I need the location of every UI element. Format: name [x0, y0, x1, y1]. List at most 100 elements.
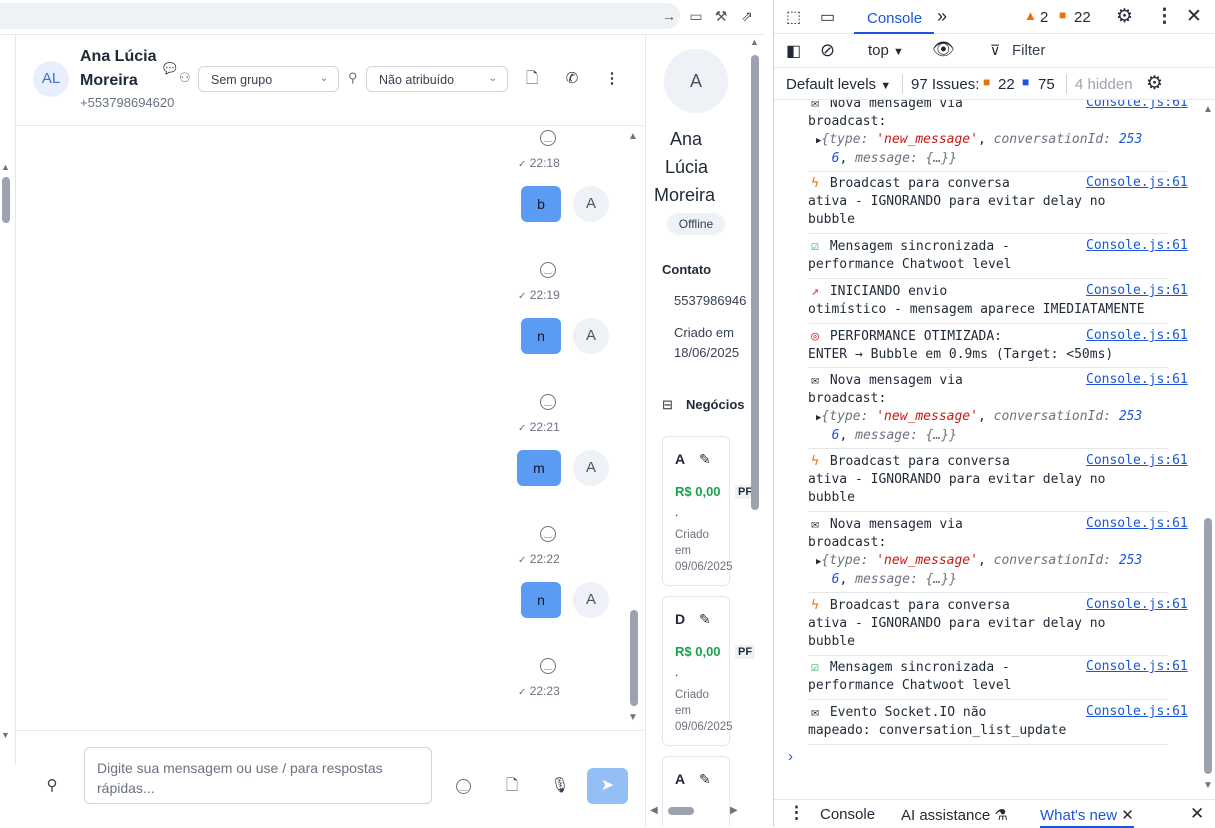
wrench-icon[interactable]: ⚒ [712, 7, 730, 25]
console-settings-gear-icon[interactable]: ⚙ [1146, 72, 1163, 95]
deal-card[interactable]: A ✎ R$ 0,00 PF . Criado em 09/06/2025 [662, 436, 756, 586]
log-separator [808, 323, 1168, 324]
emoji-icon[interactable]: ‿ [456, 779, 471, 794]
scrollbar-thumb[interactable] [2, 177, 10, 223]
console-scrollbar-thumb[interactable] [1204, 518, 1212, 774]
section-contact: Contato [662, 262, 712, 277]
log-source-link[interactable]: Console.js:61 [1086, 372, 1188, 387]
message-input[interactable]: Digite sua mensagem ou use / para respos… [84, 747, 432, 804]
scroll-down-arrow-icon[interactable]: ▼ [1, 730, 10, 740]
levels-select[interactable]: Default levels ▼ [786, 76, 891, 93]
close-drawer-icon[interactable]: ✕ [1190, 804, 1204, 824]
edit-icon[interactable]: ✎ [699, 451, 711, 468]
microphone-icon[interactable]: 🎙 [550, 776, 570, 796]
console-prompt-icon[interactable]: › [788, 748, 793, 765]
log-object[interactable]: ▶{type: 'new_message', conversationId: 2… [816, 552, 1202, 589]
deal-letter: D [675, 611, 686, 627]
deal-card[interactable]: A ✎ [662, 756, 730, 827]
caret-down-icon: ▼ [893, 46, 904, 58]
message-time: ✓ 22:23 [518, 684, 560, 698]
drawer-tab-ai-label: AI assistance [901, 807, 991, 824]
message-scrollbar-thumb[interactable] [630, 610, 638, 706]
more-vertical-icon[interactable]: ⋮ [602, 69, 622, 89]
scroll-right-arrow-icon[interactable]: ▶ [730, 805, 738, 816]
bolt-icon: ϟ [811, 454, 819, 469]
contact-avatar: A [664, 49, 728, 113]
external-link-icon[interactable]: ⇗ [738, 7, 756, 25]
error-flag-icon[interactable]: ■ [1059, 8, 1066, 22]
emoji-reaction-icon[interactable]: ‿ [540, 130, 556, 146]
panel-hscrollbar-thumb[interactable] [668, 807, 694, 815]
arrow-right-icon[interactable]: → [660, 7, 678, 25]
message-bubble[interactable]: b [521, 186, 561, 222]
log-source-link[interactable]: Console.js:61 [1086, 238, 1188, 253]
more-tabs-icon[interactable]: » [937, 6, 947, 27]
log-object[interactable]: ▶{type: 'new_message', conversationId: 2… [816, 131, 1202, 168]
drawer-tab-ai-assistance[interactable]: AI assistance ⚗ [901, 806, 1008, 824]
issue-error-icon: ■ [983, 75, 991, 89]
eye-icon[interactable]: 👁 [932, 39, 955, 60]
log-source-link[interactable]: Console.js:61 [1086, 659, 1188, 674]
scroll-up-arrow-icon[interactable]: ▲ [750, 37, 759, 47]
emoji-reaction-icon[interactable]: ‿ [540, 262, 556, 278]
log-source-link[interactable]: Console.js:61 [1086, 100, 1188, 110]
close-icon[interactable]: ✕ [1186, 5, 1202, 28]
more-vertical-icon[interactable]: ⋮ [1155, 5, 1174, 28]
close-tab-icon[interactable]: ✕ [1121, 807, 1134, 824]
address-bar[interactable] [0, 3, 680, 29]
log-source-link[interactable]: Console.js:61 [1086, 704, 1188, 719]
edit-icon[interactable]: ✎ [699, 611, 711, 628]
group-select[interactable]: Sem grupo ⌄ [198, 66, 339, 92]
log-source-link[interactable]: Console.js:61 [1086, 597, 1188, 612]
scroll-down-arrow-icon[interactable]: ▼ [1203, 780, 1213, 791]
emoji-reaction-icon[interactable]: ‿ [540, 658, 556, 674]
scroll-up-arrow-icon[interactable]: ▲ [1, 162, 10, 172]
paperclip-icon[interactable]: ⚲ [42, 776, 62, 796]
scroll-left-arrow-icon[interactable]: ◀ [650, 805, 658, 816]
send-button[interactable]: ➤ [587, 768, 628, 804]
emoji-reaction-icon[interactable]: ‿ [540, 394, 556, 410]
filter-input[interactable]: ⊽ Filter [974, 39, 1214, 63]
log-source-link[interactable]: Console.js:61 [1086, 328, 1188, 343]
sidebar-toggle-icon[interactable]: ◧ [786, 41, 801, 61]
scroll-up-arrow-icon[interactable]: ▲ [1203, 104, 1213, 115]
edit-icon[interactable]: ✎ [699, 771, 711, 788]
settings-gear-icon[interactable]: ⚙ [1116, 5, 1133, 28]
message-bubble[interactable]: n [521, 318, 561, 354]
log-source-link[interactable]: Console.js:61 [1086, 516, 1188, 531]
log-source-link[interactable]: Console.js:61 [1086, 283, 1188, 298]
message-bubble[interactable]: m [517, 450, 561, 486]
log-line: otimístico - mensagem aparece IMEDIATAME… [808, 302, 1145, 317]
context-select[interactable]: top ▼ [868, 42, 904, 59]
scroll-down-arrow-icon[interactable]: ▼ [628, 712, 638, 723]
device-toolbar-icon[interactable]: ▭ [820, 7, 835, 27]
panel-scrollbar-thumb[interactable] [751, 55, 759, 510]
message-avatar: A [573, 450, 609, 486]
deal-value: R$ 0,00 [675, 484, 721, 499]
scroll-up-arrow-icon[interactable]: ▲ [628, 131, 638, 142]
assignee-select[interactable]: Não atribuído ⌄ [366, 66, 508, 92]
monitor-icon[interactable]: ▭ [687, 7, 705, 25]
drawer-tab-console[interactable]: Console [820, 806, 875, 823]
template-file-icon[interactable]: 🗋 [502, 776, 522, 796]
drawer-tab-whats-new[interactable]: What's new ✕ [1040, 800, 1134, 828]
issues-label[interactable]: 97 Issues: [911, 76, 979, 93]
log-line: ativa - IGNORANDO para evitar delay no [808, 616, 1106, 631]
message-bubble[interactable]: n [521, 582, 561, 618]
obj-value: 'new_message' [876, 409, 978, 424]
tab-console[interactable]: Console [854, 0, 934, 34]
log-source-link[interactable]: Console.js:61 [1086, 453, 1188, 468]
phone-icon[interactable]: ✆ [562, 69, 582, 89]
inspect-element-icon[interactable]: ⬚ [786, 7, 801, 27]
log-line: Broadcast para conversa [822, 176, 1010, 191]
deal-card[interactable]: D ✎ R$ 0,00 PF . Criado em 09/06/2025 [662, 596, 756, 746]
emoji-reaction-icon[interactable]: ‿ [540, 526, 556, 542]
warning-icon[interactable]: ▲ [1024, 8, 1037, 23]
file-icon[interactable]: 🗋 [522, 69, 542, 89]
more-vertical-icon[interactable]: ⋮ [788, 803, 805, 823]
log-source-link[interactable]: Console.js:61 [1086, 175, 1188, 190]
clear-console-icon[interactable]: ⊘ [820, 40, 835, 61]
log-line: Nova mensagem via [822, 373, 963, 388]
error-count: 22 [1074, 9, 1091, 26]
log-object[interactable]: ▶{type: 'new_message', conversationId: 2… [816, 408, 1202, 445]
